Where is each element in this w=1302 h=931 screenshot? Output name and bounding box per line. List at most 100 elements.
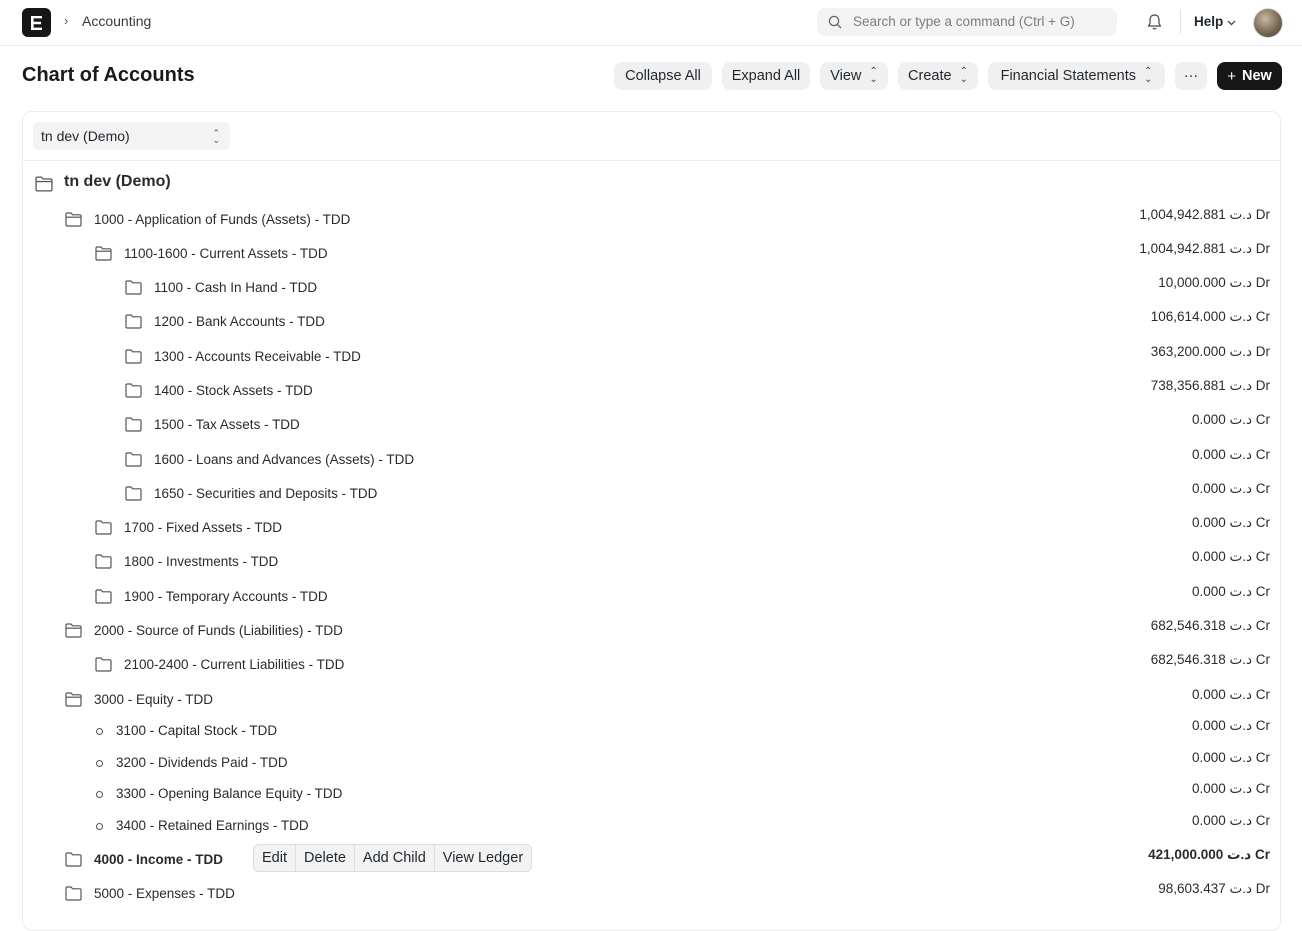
tree-node[interactable]: 3300 - Opening Balance Equity - TDD 0.00… <box>0 781 1302 807</box>
tree-node-selected[interactable]: 4000 - Income - TDD 421,000.000 د.ت Cr <box>0 847 1302 873</box>
tree-root[interactable]: tn dev (Demo) <box>0 173 1302 197</box>
updown-chevron-icon: ⌃ ⌄ <box>959 66 968 85</box>
account-balance: 0.000 د.ت Cr <box>1191 481 1270 496</box>
financial-statements-dropdown-button[interactable]: Financial Statements ⌃ ⌄ <box>988 62 1165 90</box>
notification-bell-icon[interactable] <box>1146 13 1163 31</box>
view-label: View <box>830 68 862 84</box>
account-label: 1650 - Securities and Deposits - TDD <box>154 486 378 501</box>
panel-divider <box>23 160 1280 161</box>
folder-icon <box>125 417 142 432</box>
account-balance: 0.000 د.ت Cr <box>1191 515 1270 530</box>
folder-icon <box>95 657 112 672</box>
search-input[interactable]: Search or type a command (Ctrl + G) <box>853 14 1075 29</box>
search-bar[interactable]: Search or type a command (Ctrl + G) <box>817 8 1117 36</box>
tree-node[interactable]: 1000 - Application of Funds (Assets) - T… <box>0 207 1302 233</box>
tree-node[interactable]: 1100 - Cash In Hand - TDD 10,000.000 د.ت… <box>0 275 1302 301</box>
account-label: 3100 - Capital Stock - TDD <box>116 723 278 738</box>
tree-node[interactable]: 5000 - Expenses - TDD 98,603.437 د.ت Dr <box>0 881 1302 907</box>
chevron-right-icon: › <box>64 13 69 28</box>
account-balance: 0.000 د.ت Cr <box>1191 584 1270 599</box>
folder-icon <box>125 452 142 467</box>
account-balance: 0.000 د.ت Cr <box>1191 412 1270 427</box>
account-balance: 0.000 د.ت Cr <box>1191 718 1270 733</box>
folder-icon <box>65 852 82 867</box>
expand-all-button[interactable]: Expand All <box>722 62 810 90</box>
row-actions-toolbar: Edit Delete Add Child View Ledger <box>253 844 533 872</box>
folder-icon <box>95 589 112 604</box>
folder-open-icon <box>35 176 53 192</box>
tree-node[interactable]: 1100-1600 - Current Assets - TDD 1,004,9… <box>0 241 1302 267</box>
tree-node[interactable]: 2100-2400 - Current Liabilities - TDD 68… <box>0 652 1302 678</box>
tree-node[interactable]: 2000 - Source of Funds (Liabilities) - T… <box>0 618 1302 644</box>
folder-icon <box>125 486 142 501</box>
account-label: 1600 - Loans and Advances (Assets) - TDD <box>154 452 415 467</box>
updown-chevron-icon: ⌃ ⌄ <box>869 66 878 85</box>
collapse-all-button[interactable]: Collapse All <box>614 62 712 90</box>
account-label: 3300 - Opening Balance Equity - TDD <box>116 786 343 801</box>
tree-node[interactable]: 1650 - Securities and Deposits - TDD 0.0… <box>0 481 1302 507</box>
account-label: 3400 - Retained Earnings - TDD <box>116 818 309 833</box>
folder-icon <box>95 520 112 535</box>
breadcrumb-accounting[interactable]: Accounting <box>82 13 151 29</box>
edit-button[interactable]: Edit <box>254 845 296 871</box>
account-balance: 0.000 د.ت Cr <box>1191 549 1270 564</box>
folder-icon <box>125 280 142 295</box>
account-balance: 0.000 د.ت Cr <box>1191 813 1270 828</box>
account-label: 3000 - Equity - TDD <box>94 692 214 707</box>
more-dots-icon: ··· <box>1183 68 1199 84</box>
folder-icon <box>65 886 82 901</box>
account-label: 5000 - Expenses - TDD <box>94 886 235 901</box>
account-label: 1800 - Investments - TDD <box>124 554 279 569</box>
folder-icon <box>125 314 142 329</box>
account-balance: 682,546.318 د.ت Cr <box>1150 618 1270 633</box>
help-dropdown[interactable]: Help <box>1194 14 1236 29</box>
financial-statements-label: Financial Statements <box>1000 68 1136 84</box>
expand-all-label: Expand All <box>731 68 801 84</box>
tree-node[interactable]: 3000 - Equity - TDD 0.000 د.ت Cr <box>0 687 1302 713</box>
tree-node[interactable]: 1900 - Temporary Accounts - TDD 0.000 د.… <box>0 584 1302 610</box>
updown-chevron-icon: ⌃ ⌄ <box>212 128 220 145</box>
tree-node[interactable]: 1600 - Loans and Advances (Assets) - TDD… <box>0 447 1302 473</box>
account-label: 1100-1600 - Current Assets - TDD <box>124 246 328 261</box>
chevron-down-icon <box>1227 20 1236 26</box>
more-options-button[interactable]: ··· <box>1175 62 1207 90</box>
create-label: Create <box>908 68 952 84</box>
tree-node[interactable]: 1500 - Tax Assets - TDD 0.000 د.ت Cr <box>0 412 1302 438</box>
create-dropdown-button[interactable]: Create ⌃ ⌄ <box>898 62 978 90</box>
account-balance: 738,356.881 د.ت Dr <box>1150 378 1270 393</box>
app-logo-icon[interactable] <box>22 8 51 37</box>
view-dropdown-button[interactable]: View ⌃ ⌄ <box>820 62 888 90</box>
account-label: 1900 - Temporary Accounts - TDD <box>124 589 328 604</box>
folder-icon <box>95 554 112 569</box>
updown-chevron-icon: ⌃ ⌄ <box>1144 66 1153 85</box>
company-select[interactable]: tn dev (Demo) ⌃ ⌄ <box>33 122 230 150</box>
account-balance: 421,000.000 د.ت Cr <box>1148 847 1270 862</box>
new-label: New <box>1241 68 1272 84</box>
tree-node[interactable]: 1200 - Bank Accounts - TDD 106,614.000 د… <box>0 309 1302 335</box>
view-ledger-button[interactable]: View Ledger <box>435 845 531 871</box>
tree-node[interactable]: 1400 - Stock Assets - TDD 738,356.881 د.… <box>0 378 1302 404</box>
navbar: › Accounting Search or type a command (C… <box>0 0 1302 46</box>
delete-button[interactable]: Delete <box>296 845 355 871</box>
tree-node[interactable]: 1700 - Fixed Assets - TDD 0.000 د.ت Cr <box>0 515 1302 541</box>
folder-icon <box>125 349 142 364</box>
add-child-button[interactable]: Add Child <box>355 845 435 871</box>
account-balance: 10,000.000 د.ت Dr <box>1158 275 1270 290</box>
account-balance: 106,614.000 د.ت Cr <box>1150 309 1270 324</box>
tree-node[interactable]: 3100 - Capital Stock - TDD 0.000 د.ت Cr <box>0 718 1302 744</box>
new-button[interactable]: + New <box>1217 62 1282 90</box>
tree-node[interactable]: 1300 - Accounts Receivable - TDD 363,200… <box>0 344 1302 370</box>
tree-node[interactable]: 3400 - Retained Earnings - TDD 0.000 د.ت… <box>0 813 1302 839</box>
user-avatar[interactable] <box>1253 8 1283 38</box>
tree-node[interactable]: 1800 - Investments - TDD 0.000 د.ت Cr <box>0 549 1302 575</box>
collapse-all-label: Collapse All <box>625 68 701 84</box>
folder-icon <box>125 383 142 398</box>
leaf-dot-icon <box>96 823 103 830</box>
leaf-dot-icon <box>96 791 103 798</box>
plus-icon: + <box>1227 67 1236 85</box>
page-title: Chart of Accounts <box>22 64 195 86</box>
account-label: 2000 - Source of Funds (Liabilities) - T… <box>94 623 343 638</box>
account-label: 1300 - Accounts Receivable - TDD <box>154 349 361 364</box>
account-label: 1000 - Application of Funds (Assets) - T… <box>94 212 351 227</box>
tree-node[interactable]: 3200 - Dividends Paid - TDD 0.000 د.ت Cr <box>0 750 1302 776</box>
